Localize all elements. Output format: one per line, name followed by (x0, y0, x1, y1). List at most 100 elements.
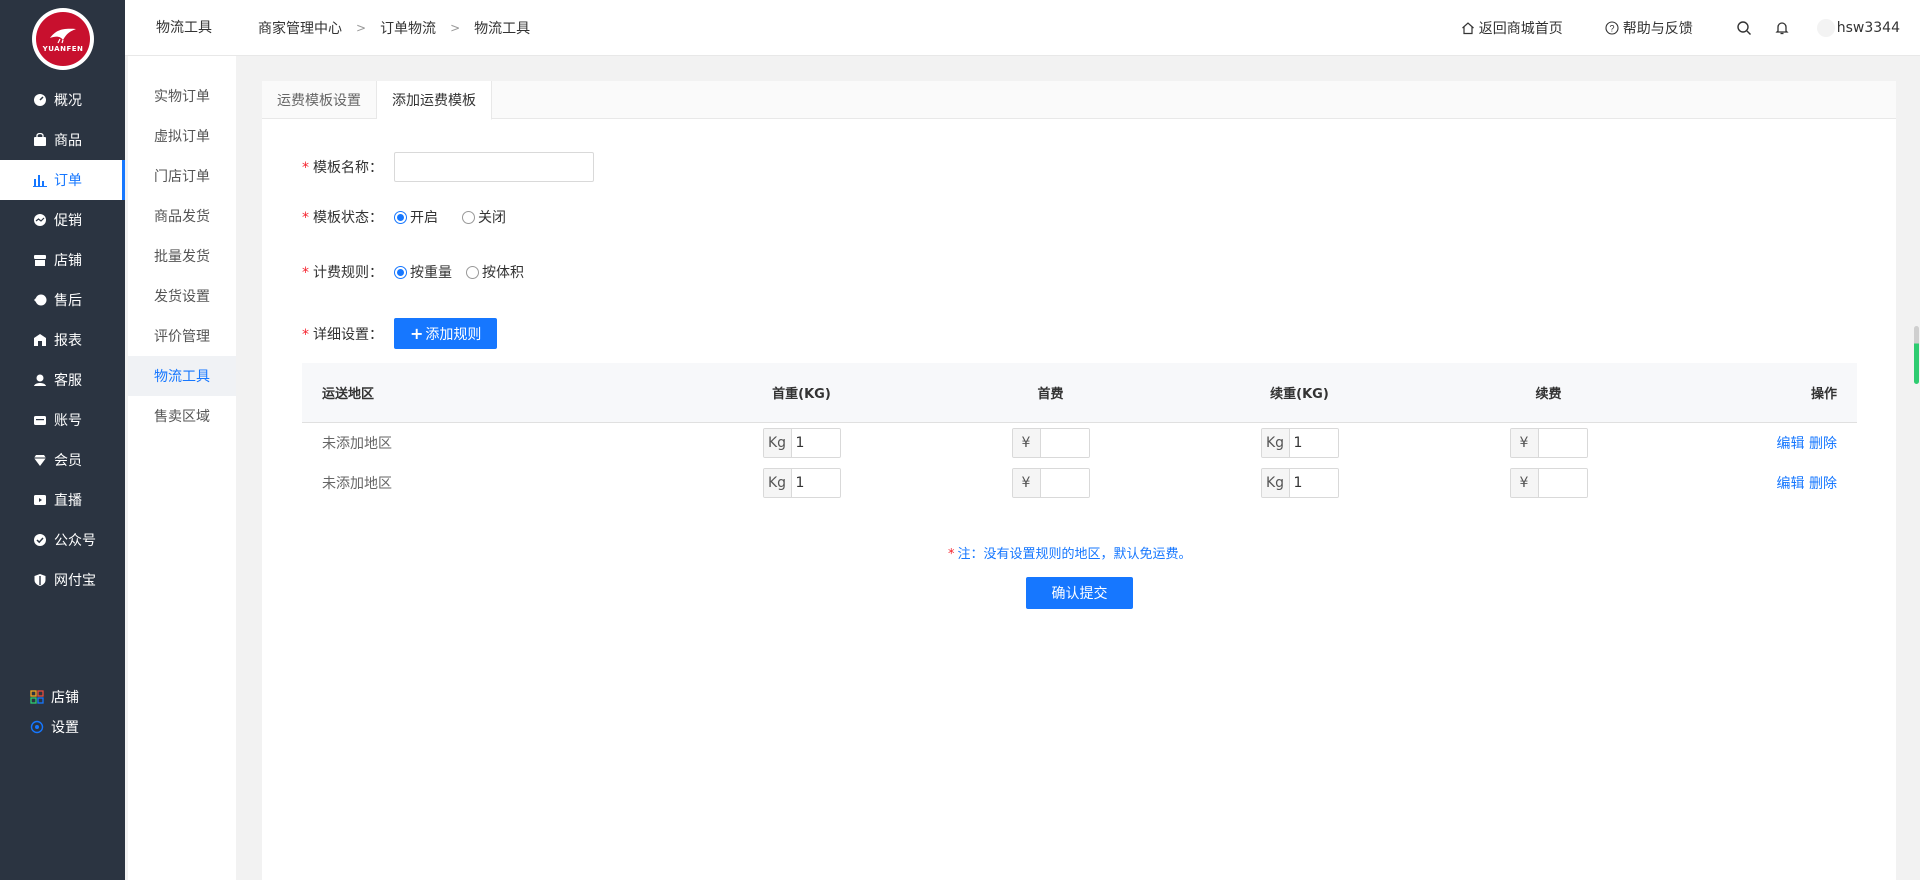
breadcrumb-item[interactable]: 商家管理中心 (258, 18, 342, 38)
column-header: 首费 (1037, 387, 1064, 402)
nav-item-label: 账号 (54, 413, 82, 429)
template-name-input[interactable] (394, 152, 594, 182)
add-weight-cell: Kg (1175, 468, 1424, 498)
column-header: 续费 (1535, 387, 1562, 402)
help-link[interactable]: ? 帮助与反馈 (1605, 18, 1693, 38)
main-nav: 概况 商品 订单 促销 店铺 售后 报表 客服 账号 会员 直播 公众号 网付宝 (0, 80, 125, 600)
unit-label: Kg (1261, 469, 1290, 497)
form-row-rule: * 计费规则： 按重量 按体积 (302, 262, 538, 282)
add-fee-input[interactable] (1538, 469, 1587, 497)
free-shipping-note: * 注：没有设置规则的地区，默认免运费。 (948, 543, 1192, 562)
form-row-status: * 模板状态： 开启 关闭 (302, 207, 520, 227)
form-label-text: 详细设置： (313, 326, 383, 343)
table-row: 未添加地区 Kg ¥ Kg ¥ 编辑 删除 (302, 423, 1857, 463)
subnav-item[interactable]: 商品发货 (128, 196, 236, 236)
input-group: ¥ (1011, 468, 1090, 498)
delete-link[interactable]: 删除 (1809, 436, 1837, 452)
subnav-item[interactable]: 门店订单 (128, 156, 236, 196)
add-fee-input[interactable] (1538, 429, 1587, 457)
radio-label: 按体积 (482, 265, 524, 281)
grid-icon (30, 690, 44, 704)
unit-label: Kg (763, 429, 792, 457)
form-label: * 计费规则： (302, 262, 394, 282)
subnav-item[interactable]: 批量发货 (128, 236, 236, 276)
bag-icon (33, 133, 47, 147)
aftersale-icon (33, 293, 47, 307)
first-fee-cell: ¥ (926, 428, 1175, 458)
first-weight-input[interactable] (791, 469, 840, 497)
avatar[interactable] (1816, 19, 1835, 37)
nav-item-member[interactable]: 会员 (0, 440, 125, 480)
add-weight-input[interactable] (1289, 429, 1338, 457)
brand-logo[interactable]: YUANFEN (32, 8, 94, 70)
first-fee-input[interactable] (1040, 469, 1089, 497)
first-weight-input[interactable] (791, 429, 840, 457)
subnav-item[interactable]: 实物订单 (128, 76, 236, 116)
edit-link[interactable]: 编辑 (1777, 436, 1805, 452)
sidebar-bottom-nav: 店铺 设置 (0, 682, 125, 742)
edit-link[interactable]: 编辑 (1777, 476, 1805, 492)
submit-button[interactable]: 确认提交 (1026, 577, 1133, 609)
subnav-item[interactable]: 评价管理 (128, 316, 236, 356)
nav-item-store[interactable]: 店铺 (0, 240, 125, 280)
shipping-rule-table: 运送地区 首重(KG) 首费 续重(KG) 续费 操作 未添加地区 Kg ¥ K… (302, 363, 1857, 503)
store-icon (33, 253, 47, 267)
bell-icon[interactable] (1773, 19, 1791, 37)
subnav-item[interactable]: 发货设置 (128, 276, 236, 316)
nav-item-report[interactable]: 报表 (0, 320, 125, 360)
nav-item-account[interactable]: 账号 (0, 400, 125, 440)
nav-item-official-account[interactable]: 公众号 (0, 520, 125, 560)
rule-radio-volume[interactable]: 按体积 (466, 262, 524, 282)
nav-bottom-store[interactable]: 店铺 (0, 682, 125, 712)
tab-template-settings[interactable]: 运费模板设置 (262, 81, 377, 119)
nav-item-label: 直播 (54, 493, 82, 509)
tab-add-template[interactable]: 添加运费模板 (377, 81, 492, 120)
nav-item-orders[interactable]: 订单 (0, 160, 125, 200)
delete-link[interactable]: 删除 (1809, 476, 1837, 492)
nav-item-overview[interactable]: 概况 (0, 80, 125, 120)
action-cell: 编辑 删除 (1673, 433, 1857, 453)
nav-bottom-label: 设置 (51, 720, 79, 736)
nav-item-live[interactable]: 直播 (0, 480, 125, 520)
section-title: 物流工具 (156, 20, 212, 36)
add-weight-input[interactable] (1289, 469, 1338, 497)
nav-item-service[interactable]: 客服 (0, 360, 125, 400)
home-icon (1461, 21, 1475, 35)
note-text: 注：没有设置规则的地区，默认免运费。 (957, 547, 1192, 562)
chevron-right-icon: > (450, 21, 461, 35)
input-group: Kg (762, 428, 841, 458)
nav-item-aftersale[interactable]: 售后 (0, 280, 125, 320)
breadcrumb-item[interactable]: 订单物流 (380, 18, 436, 38)
status-radio-on[interactable]: 开启 (394, 207, 438, 227)
bar-chart-icon (33, 173, 47, 187)
subnav-item[interactable]: 虚拟订单 (128, 116, 236, 156)
form-label-text: 模板名称： (313, 160, 383, 176)
first-fee-input[interactable] (1040, 429, 1089, 457)
main-sidebar: YUANFEN 概况 商品 订单 促销 店铺 售后 报表 客服 账号 会员 直播… (0, 0, 125, 880)
form-label-text: 模板状态： (313, 210, 383, 226)
status-radio-off[interactable]: 关闭 (462, 207, 506, 227)
radio-dot (462, 210, 475, 224)
input-group: ¥ (1011, 428, 1090, 458)
username[interactable]: hsw3344 (1837, 20, 1900, 36)
radio-label: 开启 (410, 210, 438, 226)
home-link-label: 返回商城首页 (1478, 21, 1563, 37)
home-link[interactable]: 返回商城首页 (1461, 18, 1563, 38)
add-rule-button[interactable]: + 添加规则 (394, 318, 498, 349)
nav-item-promotion[interactable]: 促销 (0, 200, 125, 240)
subnav-item-active[interactable]: 物流工具 (128, 356, 236, 396)
wallet-icon (33, 413, 47, 427)
radio-label: 按重量 (410, 265, 452, 281)
search-icon[interactable] (1735, 19, 1753, 37)
subnav-item[interactable]: 售卖区域 (128, 396, 236, 436)
top-header: 物流工具 商家管理中心 > 订单物流 > 物流工具 返回商城首页 ? 帮助与反馈… (125, 0, 1920, 56)
rule-radio-weight[interactable]: 按重量 (394, 262, 452, 282)
nav-bottom-settings[interactable]: 设置 (0, 712, 125, 742)
nav-item-label: 客服 (54, 373, 82, 389)
help-icon: ? (1605, 21, 1619, 35)
logo-badge: YUANFEN (36, 12, 90, 66)
page-scrollbar[interactable] (1914, 326, 1919, 384)
nav-item-wangfubao[interactable]: 网付宝 (0, 560, 125, 600)
nav-item-goods[interactable]: 商品 (0, 120, 125, 160)
nav-bottom-label: 店铺 (51, 690, 79, 706)
